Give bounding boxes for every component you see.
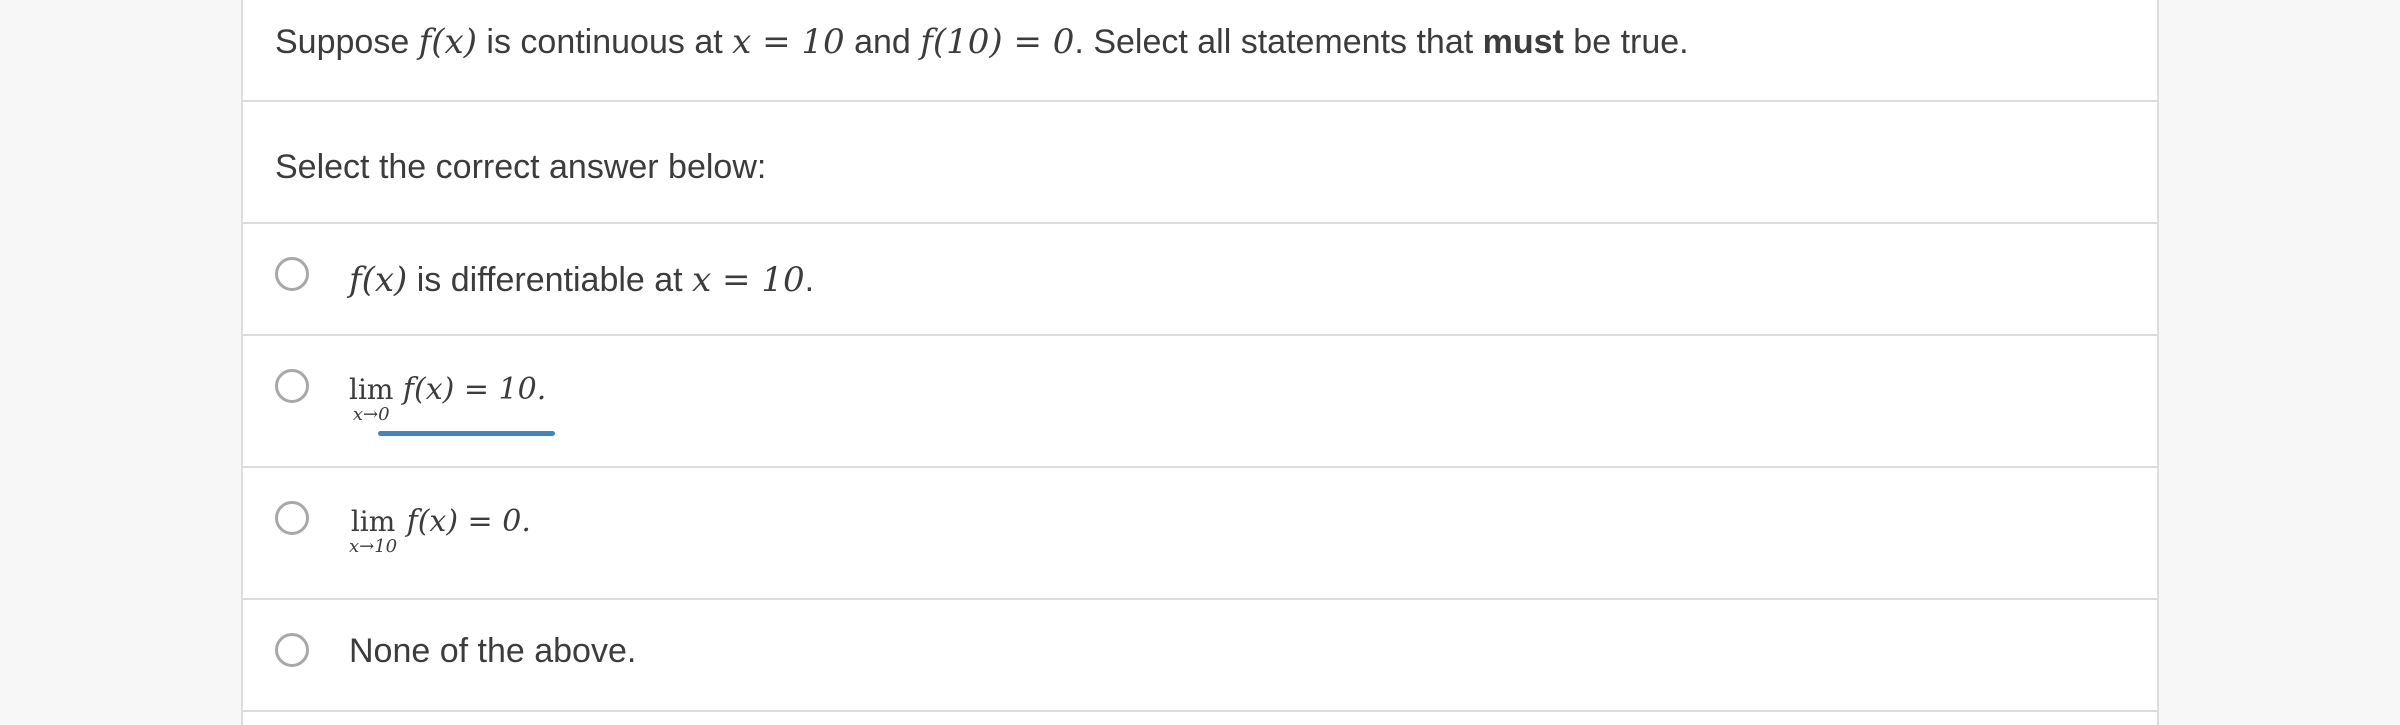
radio-button[interactable] <box>275 501 309 535</box>
radio-button[interactable] <box>275 633 309 667</box>
limit-subscript: x→10 <box>349 536 398 557</box>
option-text: . <box>804 261 815 299</box>
prompt-emphasis: must <box>1482 23 1564 61</box>
option-label: None of the above. <box>349 632 637 670</box>
question-row: Suppose f(x) is continuous at x = 10 and… <box>243 0 2157 102</box>
answer-option-2[interactable]: lim x→0 f(x) = 10. <box>243 336 2157 468</box>
radio-button[interactable] <box>275 257 309 291</box>
answer-option-4[interactable]: None of the above. <box>243 600 2157 712</box>
limit-word: lim <box>349 373 394 406</box>
limit-word: lim <box>350 505 396 538</box>
limit-operator: lim x→10 <box>349 506 397 556</box>
limit-operator: lim x→0 <box>349 374 393 424</box>
answer-option-3[interactable]: lim x→10 f(x) = 0. <box>243 468 2157 600</box>
radio-button[interactable] <box>275 369 309 403</box>
prompt-text: be true. <box>1563 23 1689 61</box>
prompt-text: Suppose <box>275 23 419 61</box>
prompt-text: . Select all statements that <box>1074 23 1483 61</box>
prompt-math-fx: f(x) <box>418 22 477 62</box>
prompt-math-condition: f(10) = 0 <box>920 22 1075 62</box>
instructions-row: Select the correct answer below: <box>243 102 2157 224</box>
question-card: Suppose f(x) is continuous at x = 10 and… <box>241 0 2159 725</box>
option-label: lim x→0 f(x) = 10. <box>349 374 546 424</box>
instructions-label: Select the correct answer below: <box>275 148 767 186</box>
question-prompt: Suppose f(x) is continuous at x = 10 and… <box>275 22 1689 62</box>
limit-subscript: x→0 <box>352 404 390 425</box>
option-math: f(x) <box>349 260 408 300</box>
option-label: f(x) is differentiable at x = 10. <box>349 260 814 300</box>
option-text: is differentiable at <box>407 261 693 299</box>
focus-underline <box>378 431 555 436</box>
limit-expression: f(x) = 0. <box>406 504 531 539</box>
prompt-math-condition: x = 10 <box>732 22 845 62</box>
answer-option-1[interactable]: f(x) is differentiable at x = 10. <box>243 224 2157 336</box>
prompt-text: is continuous at <box>476 23 733 61</box>
option-label: lim x→10 f(x) = 0. <box>349 506 531 556</box>
option-math: x = 10 <box>692 260 805 300</box>
prompt-text: and <box>844 23 921 61</box>
limit-expression: f(x) = 10. <box>402 372 547 407</box>
